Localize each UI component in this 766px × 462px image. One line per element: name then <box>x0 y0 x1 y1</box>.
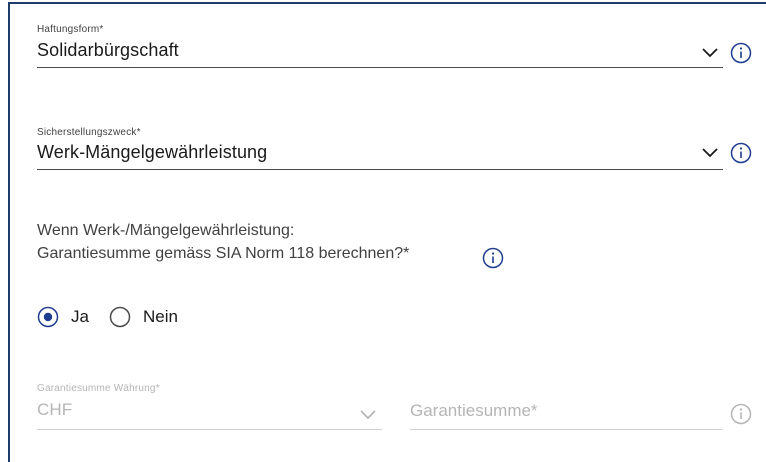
sicherstellungszweck-value: Werk-Mängelgewährleistung <box>37 142 268 162</box>
garantie-radio-group: Ja Nein <box>37 306 192 328</box>
garantie-question: Wenn Werk-/Mängelgewährleistung: Garanti… <box>37 219 409 265</box>
garantiesumme-placeholder: Garantiesumme* <box>410 401 538 420</box>
garantiesumme-waehrung-underline <box>37 429 382 430</box>
info-icon[interactable] <box>730 142 752 164</box>
radio-nein-label: Nein <box>142 307 178 326</box>
radio-unselected-icon[interactable] <box>109 306 131 328</box>
chevron-down-icon[interactable] <box>701 47 719 59</box>
garantiesumme-underline <box>410 429 722 430</box>
radio-selected-icon[interactable] <box>37 306 59 328</box>
garantiesumme-input[interactable]: Garantiesumme* <box>410 383 722 433</box>
haftungsform-dropdown[interactable]: Haftungsform* Solidarbürgschaft <box>37 18 723 70</box>
info-icon[interactable] <box>730 403 752 425</box>
radio-ja-label: Ja <box>71 307 89 326</box>
garantiesumme-waehrung-value: CHF <box>37 400 73 419</box>
radio-nein[interactable]: Nein <box>109 306 178 328</box>
garantie-question-line1: Wenn Werk-/Mängelgewährleistung: <box>37 222 295 239</box>
garantiesumme-waehrung-label: Garantiesumme Währung* <box>37 383 160 394</box>
chevron-down-icon[interactable] <box>701 147 719 159</box>
radio-ja[interactable]: Ja <box>37 306 89 328</box>
garantie-question-line2: Garantiesumme gemäss SIA Norm 118 berech… <box>37 245 410 262</box>
garantiesumme-waehrung-dropdown[interactable]: Garantiesumme Währung* CHF <box>37 383 382 433</box>
info-icon[interactable] <box>482 247 504 269</box>
chevron-down-icon[interactable] <box>359 409 377 421</box>
sicherstellungszweck-underline <box>37 169 723 170</box>
haftungsform-underline <box>37 67 723 68</box>
sicherstellungszweck-label: Sicherstellungszweck* <box>37 127 141 138</box>
sicherstellungszweck-dropdown[interactable]: Sicherstellungszweck* Werk-Mängelgewährl… <box>37 123 723 175</box>
haftungsform-value: Solidarbürgschaft <box>37 40 179 60</box>
info-icon[interactable] <box>730 42 752 64</box>
haftungsform-label: Haftungsform* <box>37 24 104 35</box>
